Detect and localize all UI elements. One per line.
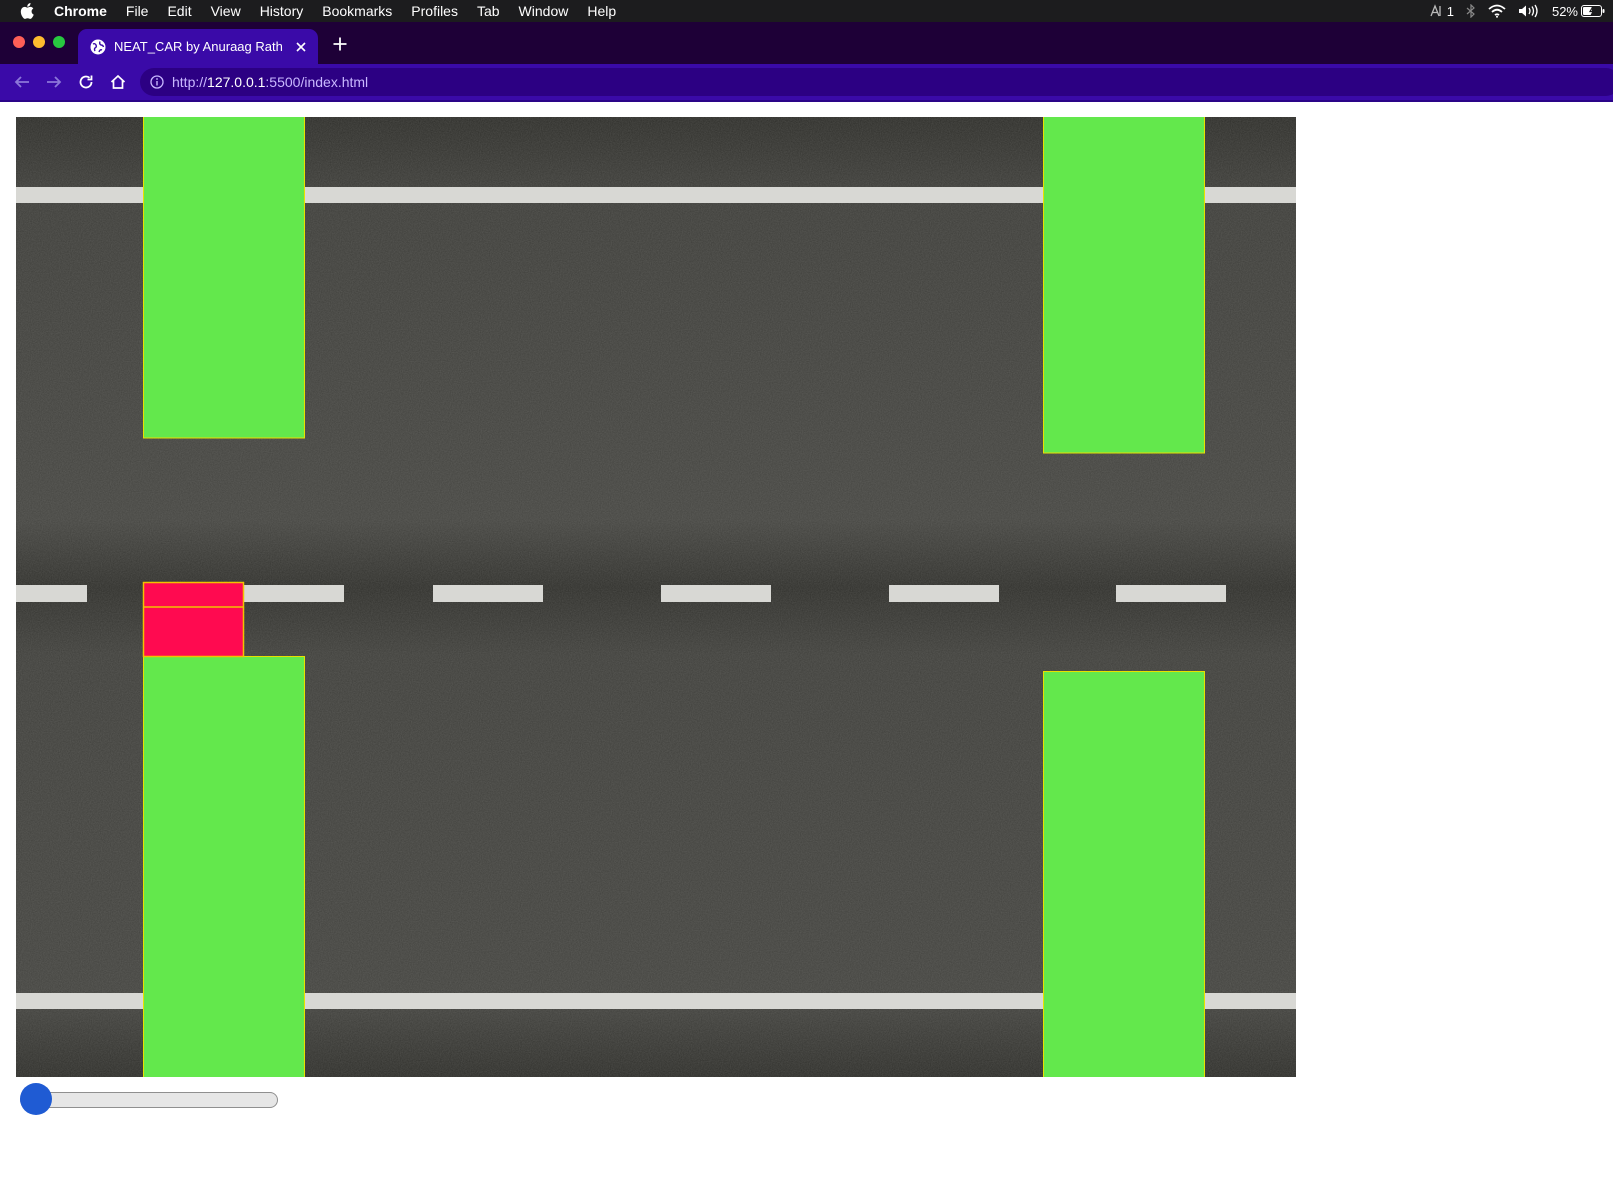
center-dash <box>234 585 344 602</box>
input-indicator[interactable]: 1 <box>1429 4 1454 19</box>
menu-help[interactable]: Help <box>587 0 616 22</box>
battery-status[interactable]: 52% <box>1552 4 1605 19</box>
url-scheme: http:// <box>172 74 208 90</box>
apple-menu-icon[interactable] <box>18 0 36 22</box>
menu-profiles[interactable]: Profiles <box>411 0 458 22</box>
back-arrow-icon[interactable] <box>11 71 33 93</box>
wifi-icon[interactable] <box>1488 4 1506 18</box>
obstacle-bottom-right <box>1043 671 1205 1077</box>
menu-bookmarks[interactable]: Bookmarks <box>322 0 392 22</box>
center-dash <box>661 585 771 602</box>
obstacle-top-right <box>1043 117 1205 454</box>
url-host: 127.0.0.1 <box>207 74 266 90</box>
window-minimize-button[interactable] <box>33 36 45 48</box>
tab-close-icon[interactable] <box>290 36 312 58</box>
player-car <box>142 581 245 658</box>
menu-window[interactable]: Window <box>519 0 569 22</box>
obstacle-bottom-left <box>143 656 305 1077</box>
center-dash <box>889 585 999 602</box>
address-bar[interactable]: http://127.0.0.1:5500/index.html <box>140 68 1613 96</box>
globe-icon <box>90 39 106 55</box>
menu-view[interactable]: View <box>211 0 241 22</box>
center-dash <box>433 585 543 602</box>
browser-tab-active[interactable]: NEAT_CAR by Anuraag Rath <box>78 29 318 64</box>
input-indicator-count: 1 <box>1446 3 1454 19</box>
menu-tab[interactable]: Tab <box>477 0 500 22</box>
menu-app-chrome[interactable]: Chrome <box>54 0 107 22</box>
macos-menu-bar: Chrome File Edit View History Bookmarks … <box>0 0 1613 22</box>
speed-slider[interactable] <box>20 1083 278 1115</box>
battery-charging-icon <box>1581 5 1605 17</box>
menu-history[interactable]: History <box>260 0 304 22</box>
center-dash <box>1116 585 1226 602</box>
forward-arrow-icon[interactable] <box>43 71 65 93</box>
game-canvas[interactable] <box>16 117 1296 1077</box>
road-scene <box>16 117 1296 1077</box>
new-tab-plus-icon[interactable] <box>330 34 350 54</box>
slider-track[interactable] <box>20 1092 278 1108</box>
window-maximize-button[interactable] <box>53 36 65 48</box>
bluetooth-icon[interactable] <box>1466 4 1476 18</box>
slider-thumb[interactable] <box>20 1083 52 1115</box>
input-source-icon <box>1430 4 1441 17</box>
center-dash <box>16 585 87 602</box>
menu-file[interactable]: File <box>126 0 149 22</box>
browser-toolbar: http://127.0.0.1:5500/index.html <box>0 64 1613 102</box>
tab-title: NEAT_CAR by Anuraag Rath <box>114 39 283 54</box>
home-icon[interactable] <box>107 71 129 93</box>
menu-bar-status-area: 1 52% <box>1417 0 1605 22</box>
site-info-icon[interactable] <box>150 75 164 89</box>
url-path: :5500/index.html <box>265 74 369 90</box>
battery-percent: 52% <box>1551 3 1578 19</box>
volume-icon[interactable] <box>1518 4 1540 18</box>
window-close-button[interactable] <box>13 36 25 48</box>
browser-tab-strip: NEAT_CAR by Anuraag Rath <box>0 22 1613 64</box>
menu-edit[interactable]: Edit <box>167 0 191 22</box>
obstacle-top-left <box>143 117 305 439</box>
reload-icon[interactable] <box>75 71 97 93</box>
